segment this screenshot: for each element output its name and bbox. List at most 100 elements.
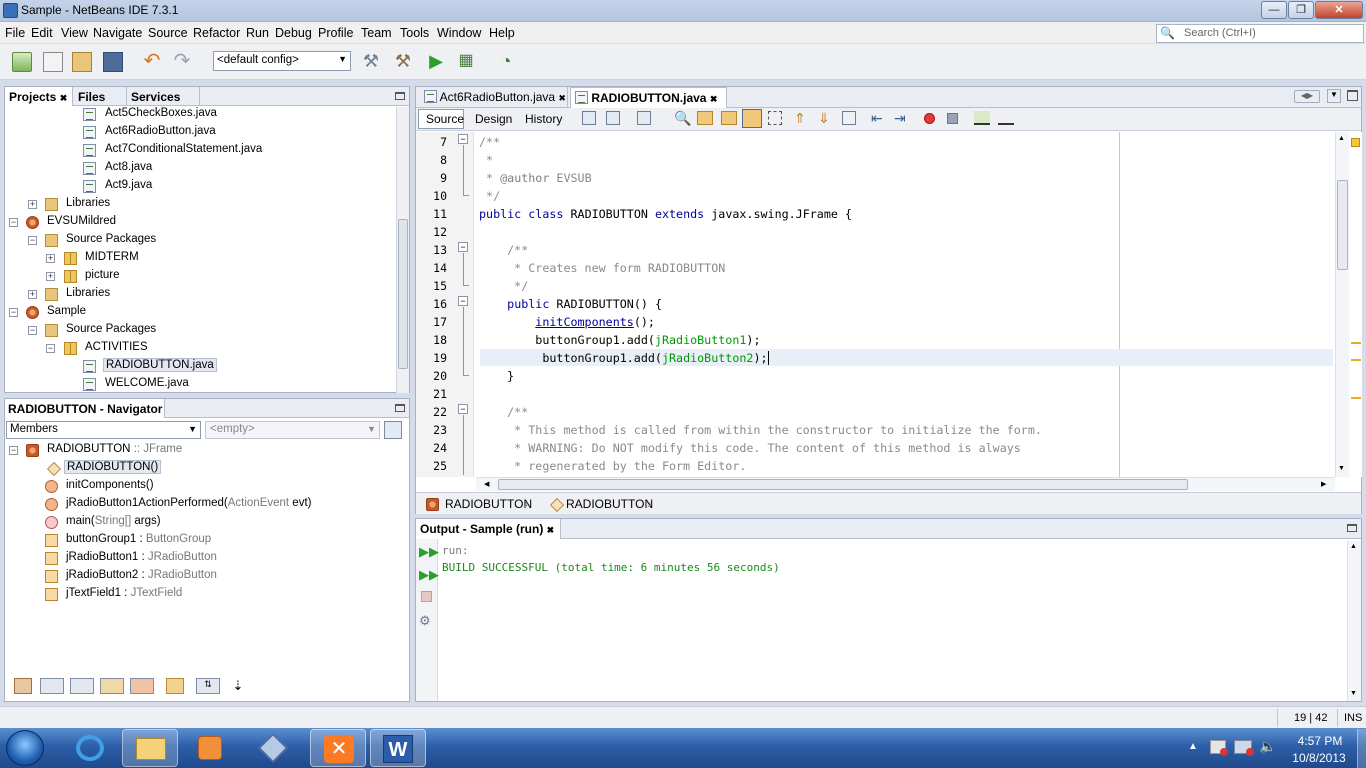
quick-search-input[interactable]: 🔍 Search (Ctrl+I) — [1156, 24, 1364, 43]
member-item[interactable]: jTextField1 : JTextField — [66, 587, 182, 599]
previous-bookmark-icon[interactable]: ⇑ — [794, 110, 806, 127]
close-icon[interactable]: ✖ — [710, 94, 718, 104]
toggle-highlight-icon[interactable] — [742, 109, 762, 128]
view-design[interactable]: Design — [475, 112, 512, 126]
menu-window[interactable]: Window — [437, 26, 481, 40]
tree-item[interactable]: Act7ConditionalStatement.java — [105, 143, 262, 155]
menu-team[interactable]: Team — [361, 26, 392, 40]
last-edit-icon[interactable] — [582, 111, 596, 125]
menu-navigate[interactable]: Navigate — [93, 26, 142, 40]
member-item[interactable]: jRadioButton1 : JRadioButton — [66, 551, 217, 563]
tree-item[interactable]: picture — [85, 269, 120, 281]
find-previous-icon[interactable] — [697, 111, 713, 125]
close-icon[interactable]: ✖ — [558, 93, 566, 103]
close-icon[interactable]: ✖ — [60, 93, 68, 103]
close-button[interactable]: ✕ — [1315, 1, 1363, 19]
inner-classes-icon[interactable] — [130, 678, 154, 694]
tree-item[interactable]: MIDTERM — [85, 251, 139, 263]
member-item-selected[interactable]: RADIOBUTTON() — [64, 460, 162, 474]
menu-debug[interactable]: Debug — [275, 26, 312, 40]
member-item[interactable]: main(String[] args) — [66, 515, 161, 527]
clean-build-icon[interactable]: ⚒ — [393, 52, 413, 72]
tab-scroll-arrows[interactable]: ◀▶ — [1294, 90, 1320, 103]
toggle-rect-select-icon[interactable] — [768, 111, 782, 125]
view-source[interactable]: Source — [418, 109, 464, 129]
run-icon[interactable]: ▶ — [426, 52, 446, 72]
file-explorer-icon[interactable] — [122, 729, 178, 767]
media-player-icon[interactable] — [182, 729, 238, 767]
tab-output[interactable]: Output - Sample (run) ✖ — [416, 519, 561, 539]
shift-right-icon[interactable]: ⇥ — [894, 110, 906, 127]
tree-item[interactable]: EVSUMildred — [47, 215, 116, 227]
collapse-icon[interactable]: − — [46, 344, 55, 353]
save-all-icon[interactable] — [103, 52, 123, 72]
sort-alpha-icon[interactable]: ⇅ — [196, 678, 220, 694]
breadcrumb-class[interactable]: RADIOBUTTON — [445, 497, 532, 511]
menu-tools[interactable]: Tools — [400, 26, 429, 40]
editor-hscrollbar[interactable]: ◀ ▶ — [476, 477, 1335, 491]
tree-item[interactable]: Act9.java — [105, 179, 152, 191]
stop-macro-icon[interactable] — [947, 113, 958, 124]
show-hidden-icons[interactable]: ▲ — [1188, 741, 1198, 752]
members-select[interactable]: Members ▼ — [6, 421, 201, 439]
scroll-down-icon[interactable]: ▼ — [1350, 690, 1357, 697]
scroll-down-icon[interactable]: ▼ — [1338, 465, 1345, 472]
member-item[interactable]: RADIOBUTTON :: JFrame — [47, 443, 182, 455]
menu-refactor[interactable]: Refactor — [193, 26, 240, 40]
open-project-icon[interactable] — [72, 52, 92, 72]
find-icon[interactable]: 🔍 — [674, 110, 691, 127]
tab-act6radiobutton[interactable]: Act6RadioButton.java ✖ — [418, 87, 568, 108]
tree-item[interactable]: Act8.java — [105, 161, 152, 173]
virtualbox-icon[interactable] — [246, 729, 302, 767]
tab-services[interactable]: Services — [126, 87, 200, 106]
uncomment-icon[interactable] — [998, 111, 1014, 125]
start-button-icon[interactable] — [6, 730, 44, 766]
fold-icon[interactable]: − — [458, 404, 468, 414]
config-select[interactable]: <default config> ▼ — [213, 51, 351, 71]
volume-icon[interactable]: 🔈 — [1259, 738, 1276, 755]
minimize-panel-icon[interactable] — [395, 92, 405, 100]
tree-item[interactable]: ACTIVITIES — [85, 341, 148, 353]
internet-explorer-icon[interactable] — [62, 729, 118, 767]
fields-filter-icon[interactable] — [40, 678, 64, 694]
collapse-icon[interactable]: − — [9, 308, 18, 317]
scroll-thumb[interactable] — [398, 219, 408, 369]
undo-icon[interactable]: ↶ — [142, 51, 162, 72]
output-scrollbar[interactable]: ▲ ▼ — [1347, 541, 1361, 701]
sort-source-icon[interactable]: ⇣ — [229, 678, 247, 694]
tab-projects[interactable]: Projects ✖ — [5, 87, 73, 106]
tab-files[interactable]: Files — [74, 90, 105, 104]
filter-select[interactable]: <empty> ▼ — [205, 421, 380, 439]
profile-icon[interactable]: ◔ — [496, 52, 516, 72]
member-item[interactable]: initComponents() — [66, 479, 154, 491]
menu-help[interactable]: Help — [489, 26, 515, 40]
tree-item[interactable]: Libraries — [66, 197, 110, 209]
menu-run[interactable]: Run — [246, 26, 269, 40]
comment-icon[interactable] — [974, 111, 990, 125]
tree-item[interactable]: Libraries — [66, 287, 110, 299]
tab-navigator[interactable]: RADIOBUTTON - Navigator ✖ — [5, 399, 165, 429]
action-center-icon[interactable] — [1210, 740, 1228, 756]
fold-icon[interactable]: − — [458, 296, 468, 306]
collapse-icon[interactable]: − — [28, 326, 37, 335]
static-filter-icon[interactable] — [70, 678, 94, 694]
collapse-icon[interactable]: − — [9, 218, 18, 227]
expand-icon[interactable]: + — [28, 290, 37, 299]
new-project-icon[interactable] — [12, 52, 32, 72]
scroll-thumb[interactable] — [498, 479, 1188, 490]
member-item[interactable]: jRadioButton1ActionPerformed(ActionEvent… — [66, 497, 311, 509]
collapse-icon[interactable]: − — [9, 446, 18, 455]
tree-item[interactable]: Sample — [47, 305, 86, 317]
forward-icon[interactable] — [637, 111, 651, 125]
next-bookmark-icon[interactable]: ⇓ — [818, 110, 830, 127]
collapse-icon[interactable]: − — [28, 236, 37, 245]
start-macro-icon[interactable] — [924, 113, 935, 124]
tree-item-selected[interactable]: RADIOBUTTON.java — [103, 358, 217, 372]
menu-profile[interactable]: Profile — [318, 26, 353, 40]
expand-icon[interactable]: + — [46, 254, 55, 263]
expand-icon[interactable]: + — [28, 200, 37, 209]
menu-view[interactable]: View — [61, 26, 88, 40]
show-desktop-button[interactable] — [1357, 729, 1366, 768]
view-history[interactable]: History — [525, 112, 562, 126]
tree-item[interactable]: Act6RadioButton.java — [105, 125, 216, 137]
